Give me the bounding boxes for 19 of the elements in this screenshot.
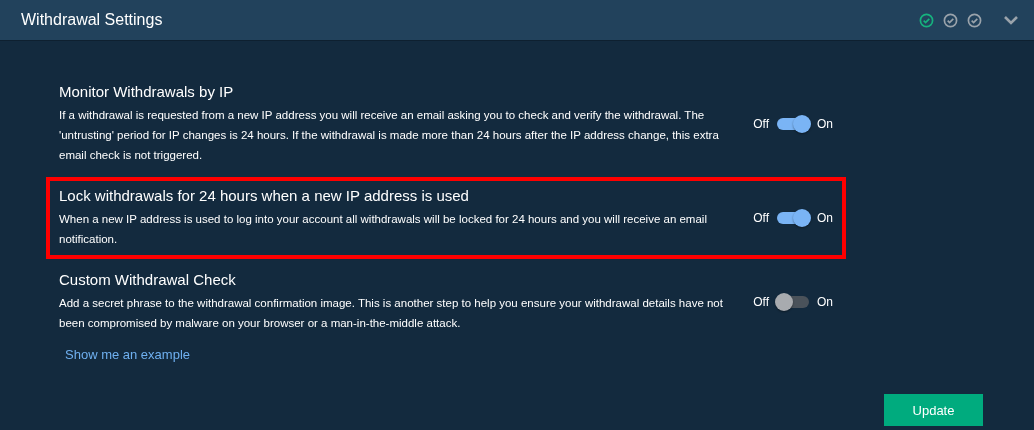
on-label: On <box>817 117 833 131</box>
setting-description: If a withdrawal is requested from a new IP address you will receive an email asking you to check and verify the withdrawal. The 'untrusting' period for IP changes is 24 hours. If the withdrawal is made more than 24 hours after the IP address change, this extra email check is not triggered. <box>59 108 720 163</box>
off-label: Off <box>753 117 769 131</box>
panel-header[interactable]: Withdrawal Settings <box>0 0 1034 41</box>
setting-description: When a new IP address is used to log into your account all withdrawals will be locked for 24 hours and you will receive an email notification. <box>59 212 708 247</box>
example-link[interactable]: Show me an example <box>65 347 190 362</box>
toggle-switch[interactable] <box>775 210 811 226</box>
off-label: Off <box>753 211 769 225</box>
on-label: On <box>817 295 833 309</box>
setting-title: Lock withdrawals for 24 hours when a new IP address is used <box>59 187 470 204</box>
setting-description: Add a secret phrase to the withdrawal confirmation image. This is another step to help you ensure your withdrawal details have not been compromised by malware on your browser or a man-in-the-middle attack. <box>59 296 724 331</box>
chevron-icon[interactable] <box>1004 15 1018 25</box>
panel-title: Withdrawal Settings <box>21 11 164 29</box>
off-label: Off <box>753 295 769 309</box>
on-label: On <box>817 211 833 225</box>
setting-title: Custom Withdrawal Check <box>59 271 237 288</box>
setting-title: Monitor Withdrawals by IP <box>59 83 235 100</box>
toggle-switch[interactable] <box>775 116 811 132</box>
toggle-switch[interactable] <box>775 294 811 310</box>
